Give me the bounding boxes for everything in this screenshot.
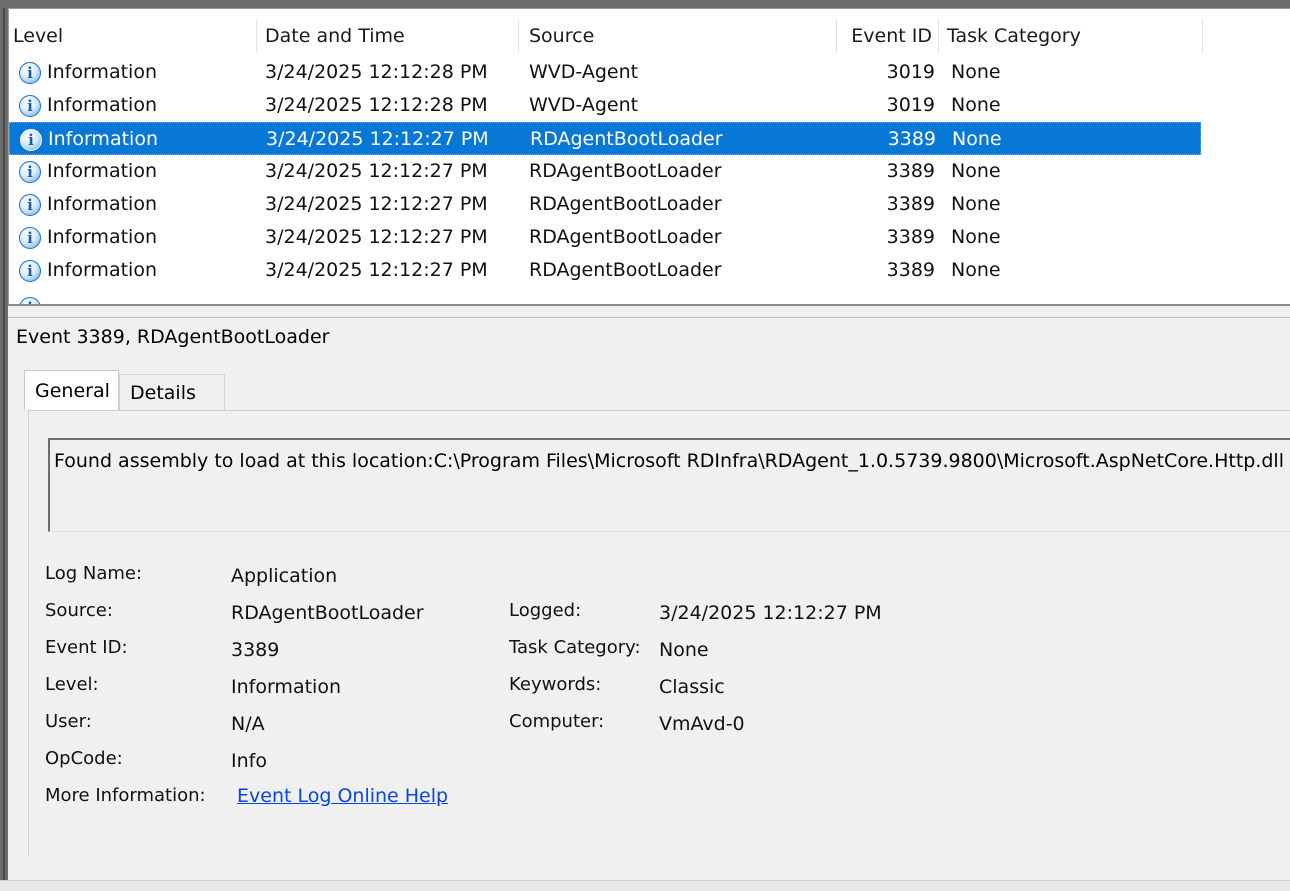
event-task-category: None: [951, 61, 1001, 83]
event-message-text: Found assembly to load at this location:…: [54, 450, 1284, 472]
value-log-name: Application: [231, 565, 338, 587]
information-icon: i: [19, 95, 41, 117]
label-source: Source:: [45, 600, 113, 621]
event-row[interactable]: i Information 3/24/2025 12:12:27 PM RDAg…: [9, 188, 1201, 221]
event-date-time: 3/24/2025 12:12:28 PM: [265, 94, 488, 116]
event-log-online-help-link[interactable]: Event Log Online Help: [237, 785, 448, 807]
label-task-category: Task Category:: [509, 637, 641, 658]
label-level: Level:: [45, 674, 99, 695]
information-icon: i: [19, 194, 41, 216]
event-task-category: None: [951, 226, 1001, 248]
value-event-id: 3389: [231, 639, 280, 661]
event-list[interactable]: Level Date and Time Source Event ID Task…: [8, 8, 1290, 305]
event-id: 3389: [886, 160, 935, 182]
value-level: Information: [231, 676, 341, 698]
event-task-category: None: [951, 193, 1001, 215]
event-date-time: 3/24/2025 12:12:27 PM: [265, 160, 488, 182]
value-source: RDAgentBootLoader: [231, 602, 424, 624]
column-header-level[interactable]: Level: [9, 19, 257, 53]
value-opcode: Info: [231, 750, 267, 772]
tab-general[interactable]: General: [24, 370, 119, 410]
event-date-time: 3/24/2025 12:12:27 PM: [265, 259, 488, 281]
event-level: Information: [47, 94, 157, 116]
event-level: Information: [48, 128, 158, 150]
value-user: N/A: [231, 713, 265, 735]
label-keywords: Keywords:: [509, 674, 602, 695]
event-id: 3019: [886, 61, 935, 83]
label-more-information: More Information:: [45, 785, 206, 806]
information-icon: i: [19, 227, 41, 249]
event-row[interactable]: i Information 3/24/2025 12:12:27 PM RDAg…: [9, 254, 1201, 287]
event-task-category: None: [952, 128, 1002, 150]
event-detail-title: Event 3389, RDAgentBootLoader: [16, 326, 330, 348]
event-row[interactable]: i Information 3/24/2025 12:12:28 PM WVD-…: [9, 89, 1201, 122]
column-header-source[interactable]: Source: [519, 19, 837, 53]
information-icon: i: [19, 161, 41, 183]
event-id: 3389: [886, 259, 935, 281]
label-computer: Computer:: [509, 711, 605, 732]
label-log-name: Log Name:: [45, 563, 143, 584]
event-task-category: None: [951, 259, 1001, 281]
event-row-selected[interactable]: i Information 3/24/2025 12:12:27 PM RDAg…: [9, 122, 1201, 155]
information-icon: i: [19, 260, 41, 282]
event-source: RDAgentBootLoader: [529, 193, 722, 215]
event-level: Information: [47, 160, 157, 182]
event-source: RDAgentBootLoader: [529, 259, 722, 281]
value-computer: VmAvd-0: [659, 713, 745, 735]
event-source: WVD-Agent: [529, 61, 639, 83]
event-source: RDAgentBootLoader: [529, 226, 722, 248]
event-date-time: 3/24/2025 12:12:28 PM: [265, 61, 488, 83]
status-bar: [0, 880, 1290, 891]
event-level: Information: [47, 61, 157, 83]
event-id: 3019: [886, 94, 935, 116]
event-level: Information: [47, 226, 157, 248]
information-icon: i: [20, 129, 42, 151]
label-opcode: OpCode:: [45, 748, 123, 769]
column-header-task-category[interactable]: Task Category: [939, 19, 1203, 53]
event-message-box[interactable]: Found assembly to load at this location:…: [48, 438, 1290, 532]
event-task-category: None: [951, 94, 1001, 116]
event-id: 3389: [887, 128, 936, 150]
event-list-header: Level Date and Time Source Event ID Task…: [9, 19, 1203, 53]
value-task-category: None: [659, 639, 709, 661]
event-id: 3389: [886, 226, 935, 248]
event-date-time: 3/24/2025 12:12:27 PM: [266, 128, 489, 150]
event-row[interactable]: i Information 3/24/2025 12:12:27 PM RDAg…: [9, 155, 1201, 188]
event-source: WVD-Agent: [529, 94, 639, 116]
event-date-time: 3/24/2025 12:12:27 PM: [265, 226, 488, 248]
event-row[interactable]: i Information 3/24/2025 12:12:27 PM RDAg…: [9, 221, 1201, 254]
tab-details[interactable]: Details: [119, 374, 225, 410]
event-level: Information: [47, 193, 157, 215]
label-logged: Logged:: [509, 600, 582, 621]
event-row[interactable]: i Information 3/24/2025 12:12:28 PM WVD-…: [9, 56, 1201, 89]
event-task-category: None: [951, 160, 1001, 182]
event-source: RDAgentBootLoader: [529, 160, 722, 182]
column-header-date-time[interactable]: Date and Time: [257, 19, 519, 53]
label-user: User:: [45, 711, 92, 732]
event-row-partial[interactable]: i: [9, 291, 1201, 305]
event-date-time: 3/24/2025 12:12:27 PM: [265, 193, 488, 215]
window-frame-left: [0, 8, 8, 880]
value-keywords: Classic: [659, 676, 725, 698]
column-header-event-id[interactable]: Event ID: [837, 19, 939, 53]
pane-splitter[interactable]: [8, 304, 1290, 318]
label-event-id: Event ID:: [45, 637, 128, 658]
value-logged: 3/24/2025 12:12:27 PM: [659, 602, 882, 624]
event-level: Information: [47, 259, 157, 281]
event-source: RDAgentBootLoader: [530, 128, 723, 150]
window-title-bar: [0, 0, 1290, 8]
event-id: 3389: [886, 193, 935, 215]
information-icon: i: [19, 62, 41, 84]
